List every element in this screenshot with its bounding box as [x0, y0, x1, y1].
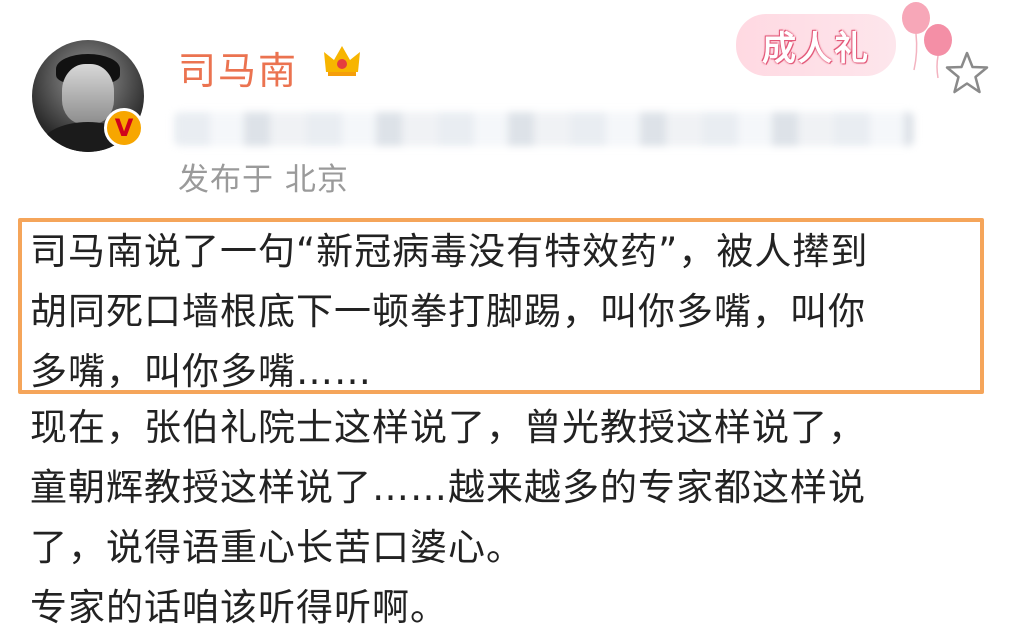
avatar-face [62, 64, 114, 124]
body-line: 童朝辉教授这样说了……越来越多的专家都这样说 [30, 466, 866, 509]
post-body: 现在，张伯礼院士这样说了，曾光教授这样说了， 童朝辉教授这样说了……越来越多的专… [30, 398, 990, 638]
ceremony-badge: 成人礼 [736, 14, 896, 76]
blurred-info-line [174, 112, 914, 146]
quote-line: 司马南说了一句“新冠病毒没有特效药”，被人撵到 [30, 230, 869, 273]
body-line: 现在，张伯礼院士这样说了，曾光教授这样说了， [30, 406, 866, 449]
post-location: 发布于 北京 [178, 162, 349, 198]
username[interactable]: 司马南 [178, 40, 298, 95]
quote-line: 多嘴，叫你多嘴…… [30, 350, 372, 393]
star-icon[interactable] [944, 50, 990, 96]
highlighted-quote: 司马南说了一句“新冠病毒没有特效药”，被人撵到 胡同死口墙根底下一顿拳打脚踢，叫… [30, 222, 990, 402]
crown-icon [324, 46, 360, 76]
ceremony-label: 成人礼 [762, 28, 870, 69]
verified-badge-icon: V [104, 108, 144, 148]
body-line: 专家的话咱该听得听啊。 [30, 586, 448, 629]
body-line: 了，说得语重心长苦口婆心。 [30, 526, 524, 569]
quote-line: 胡同死口墙根底下一顿拳打脚踢，叫你多嘴，叫你 [30, 290, 866, 333]
